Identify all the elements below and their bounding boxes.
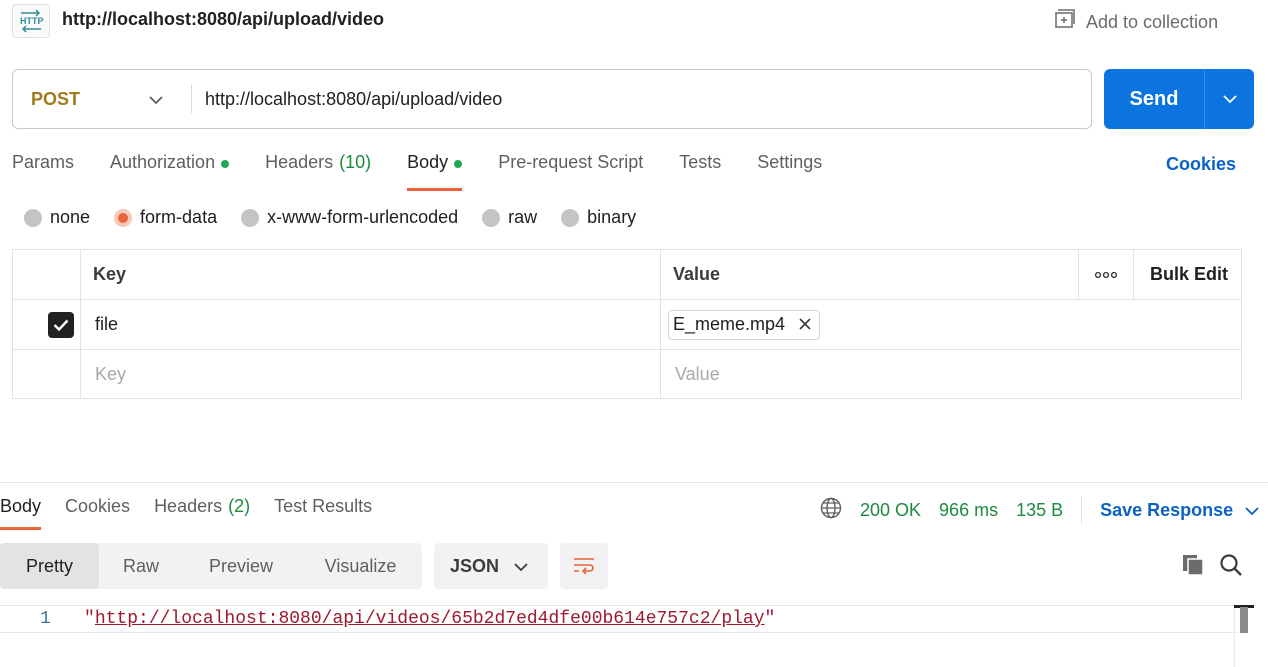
globe-icon[interactable] xyxy=(820,497,842,524)
radio-indicator xyxy=(114,208,133,227)
http-icon: HTTP xyxy=(12,4,50,38)
radio-form-data[interactable]: form-data xyxy=(114,207,217,228)
format-pretty[interactable]: Pretty xyxy=(0,543,99,589)
checkmark-icon xyxy=(48,311,74,338)
radio-indicator xyxy=(241,208,260,227)
tab-pre-request-script[interactable]: Pre-request Script xyxy=(498,152,643,188)
meta-divider xyxy=(1081,496,1083,524)
response-time[interactable]: 966 ms xyxy=(939,500,998,521)
tab-test-results[interactable]: Test Results xyxy=(274,496,372,530)
svg-text:HTTP: HTTP xyxy=(20,16,44,26)
table-header: Key Value Bulk Edit xyxy=(13,250,1241,300)
radio-urlencoded[interactable]: x-www-form-urlencoded xyxy=(241,207,458,228)
status-dot xyxy=(221,160,230,168)
tab-response-cookies[interactable]: Cookies xyxy=(65,496,130,530)
response-meta: 200 OK 966 ms 135 B Save Response xyxy=(820,496,1259,524)
tab-response-body[interactable]: Body xyxy=(0,496,42,530)
line-number: 1 xyxy=(40,609,51,629)
response-divider xyxy=(0,482,1268,483)
new-value-input[interactable]: Value xyxy=(675,350,720,398)
response-body-text[interactable]: "http://localhost:8080/api/videos/65b2d7… xyxy=(84,609,775,629)
radio-none[interactable]: none xyxy=(24,207,90,228)
url-bar: POST xyxy=(12,69,1092,129)
response-headers-count: (2) xyxy=(228,496,251,516)
language-select[interactable]: JSON xyxy=(434,543,548,589)
row-value-file[interactable]: E_meme.mp4 xyxy=(668,300,821,349)
chevron-down-icon xyxy=(149,89,163,110)
radio-raw[interactable]: raw xyxy=(482,207,537,228)
response-link[interactable]: http://localhost:8080/api/videos/65b2d7e… xyxy=(95,609,765,629)
save-response-button[interactable]: Save Response xyxy=(1100,500,1259,521)
cookies-link[interactable]: Cookies xyxy=(1166,154,1236,175)
status-code[interactable]: 200 OK xyxy=(860,500,921,521)
file-chip: E_meme.mp4 xyxy=(668,309,821,340)
form-data-table: Key Value Bulk Edit file E_meme.mp4 Key … xyxy=(12,249,1242,399)
search-icon[interactable] xyxy=(1218,552,1244,578)
collection-add-icon xyxy=(1054,9,1076,36)
tab-body[interactable]: Body xyxy=(407,152,463,191)
bulk-edit-button[interactable]: Bulk Edit xyxy=(1150,250,1228,299)
column-divider xyxy=(1078,250,1079,299)
response-size[interactable]: 135 B xyxy=(1016,500,1063,521)
format-visualize[interactable]: Visualize xyxy=(299,543,422,589)
send-label: Send xyxy=(1129,87,1179,110)
scrollbar-thumb[interactable] xyxy=(1240,607,1248,633)
language-label: JSON xyxy=(450,555,500,576)
request-title[interactable]: http://localhost:8080/api/upload/video xyxy=(62,9,384,30)
tab-authorization[interactable]: Authorization xyxy=(110,152,230,188)
radio-indicator xyxy=(482,208,501,227)
method-select[interactable]: POST xyxy=(13,70,191,128)
radio-indicator xyxy=(561,208,580,227)
value-column-header: Value xyxy=(673,264,721,284)
radio-binary[interactable]: binary xyxy=(561,207,636,228)
status-dot xyxy=(454,160,463,168)
method-label: POST xyxy=(31,88,81,109)
remove-file-icon[interactable] xyxy=(799,314,811,335)
radio-indicator xyxy=(24,208,42,227)
format-raw[interactable]: Raw xyxy=(99,543,183,589)
chevron-down-icon xyxy=(514,556,528,577)
send-options-chevron-icon[interactable] xyxy=(1205,69,1254,129)
tab-headers[interactable]: Headers (10) xyxy=(265,152,371,188)
format-preview[interactable]: Preview xyxy=(183,543,299,589)
file-name: E_meme.mp4 xyxy=(673,314,786,334)
format-toggle-group: Pretty Raw Preview Visualize xyxy=(0,543,422,589)
request-tabs: Params Authorization Headers (10) Body Pr… xyxy=(12,152,858,191)
column-divider xyxy=(1133,250,1134,299)
headers-count: (10) xyxy=(339,152,372,172)
new-key-input[interactable]: Key xyxy=(95,350,126,398)
wrap-lines-icon[interactable] xyxy=(560,543,608,589)
copy-icon[interactable] xyxy=(1180,552,1206,578)
table-row-new: Key Value xyxy=(13,350,1241,398)
tab-params[interactable]: Params xyxy=(12,152,74,188)
tab-tests[interactable]: Tests xyxy=(679,152,721,188)
table-row: file E_meme.mp4 xyxy=(13,300,1241,350)
url-input[interactable] xyxy=(192,70,1091,128)
send-button[interactable]: Send xyxy=(1104,69,1254,129)
tab-settings[interactable]: Settings xyxy=(757,152,822,188)
tab-response-headers[interactable]: Headers (2) xyxy=(154,496,250,530)
row-enabled-checkbox[interactable] xyxy=(48,300,74,349)
body-type-options: none form-data x-www-form-urlencoded raw… xyxy=(24,207,660,228)
row-key[interactable]: file xyxy=(95,300,118,349)
key-column-header: Key xyxy=(93,264,127,284)
more-options-icon[interactable] xyxy=(1095,250,1117,299)
response-tabs: Body Cookies Headers (2) Test Results xyxy=(0,496,396,530)
chevron-down-icon xyxy=(1245,500,1259,521)
add-to-collection-label: Add to collection xyxy=(1086,12,1219,32)
add-to-collection-button[interactable]: Add to collection xyxy=(1054,9,1218,36)
